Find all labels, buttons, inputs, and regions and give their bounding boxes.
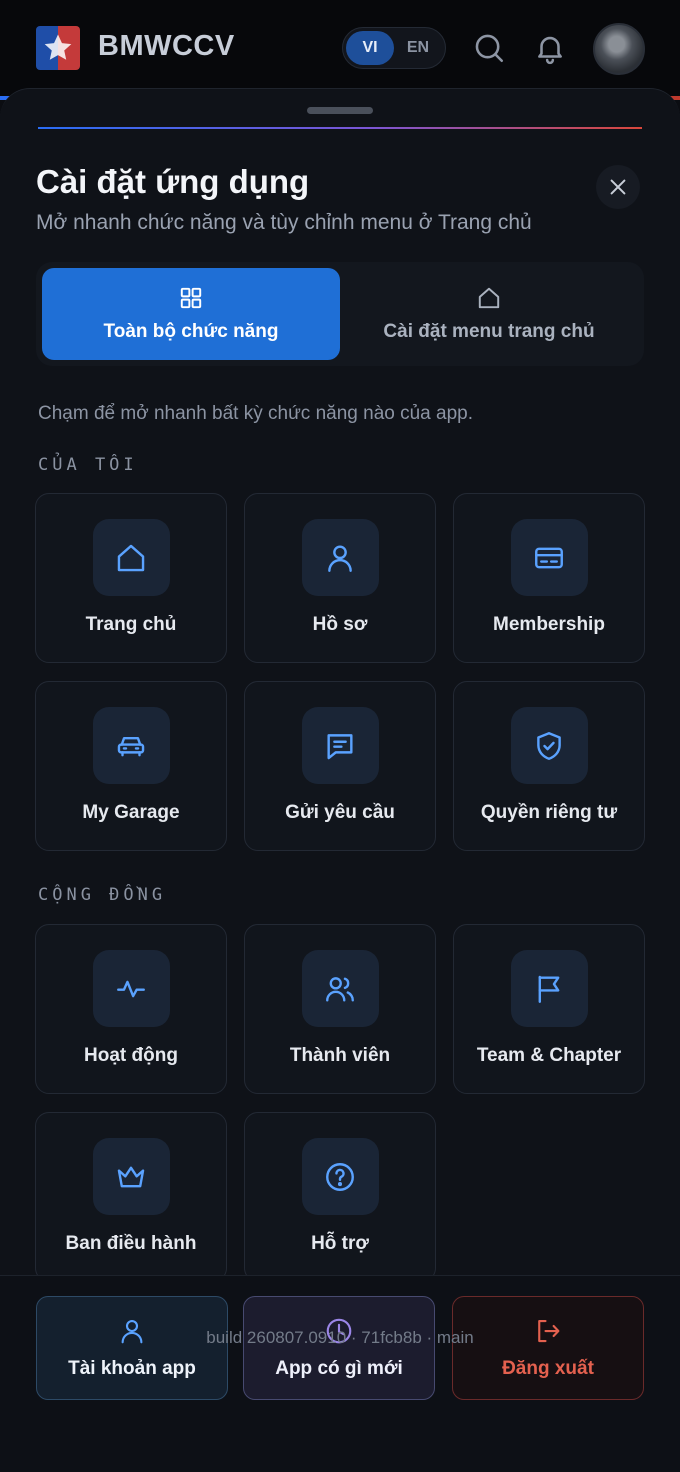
drag-handle[interactable] [307,107,373,114]
crown-icon [117,1166,145,1187]
tab-home-menu-settings[interactable]: Cài đặt menu trang chủ [340,268,638,360]
grid-icon [180,287,202,309]
tile-icon-box [301,1138,379,1215]
sheet-subtitle: Mở nhanh chức năng và tùy chỉnh menu ở T… [36,211,532,234]
logout-button[interactable]: Đăng xuất [452,1296,644,1400]
tile-icon-box [510,519,588,596]
users-icon [326,976,354,1002]
tile-label: Thành viên [289,1045,391,1066]
hint-text: Chạm để mở nhanh bất kỳ chức năng nào củ… [38,403,474,424]
tile-board[interactable]: Ban điều hành [35,1112,227,1282]
card-icon [535,547,563,568]
settings-sheet: Cài đặt ứng dụng Mở nhanh chức năng và t… [0,88,680,1472]
tile-label: Hoạt động [84,1045,178,1066]
tile-icon-box [301,950,379,1027]
tile-label: Gửi yêu cầu [285,802,395,823]
tile-icon-box [92,1138,170,1215]
brand-name: BMWCCV [98,30,235,62]
language-toggle[interactable]: VI EN [342,27,446,69]
close-icon [610,179,626,195]
tile-home[interactable]: Trang chủ [35,493,227,663]
section-title-mine: CỦA TÔI [38,455,138,475]
shield-icon [537,731,561,760]
tile-icon-box [92,707,170,784]
tile-label: Quyền riêng tư [480,802,618,823]
brand-logo[interactable] [36,26,80,70]
tile-icon-box [301,519,379,596]
tile-activity[interactable]: Hoạt động [35,924,227,1094]
home-icon [478,287,500,309]
tab-label: Toàn bộ chức năng [103,321,279,342]
sheet-accent-line [38,127,642,129]
bell-icon[interactable] [532,30,568,66]
whats-new-button-label: App có gì mới [275,1358,403,1379]
tab-bar: Toàn bộ chức năng Cài đặt menu trang chủ [36,262,644,366]
activity-icon [117,980,145,997]
tile-label: Hỗ trợ [311,1233,369,1254]
tile-membership[interactable]: Membership [453,493,645,663]
tile-label: Team & Chapter [476,1045,622,1066]
account-button-label: Tài khoản app [68,1358,196,1379]
tile-icon-box [92,950,170,1027]
account-button[interactable]: Tài khoản app [36,1296,228,1400]
lang-option-en[interactable]: EN [394,31,442,65]
user-icon [328,544,352,572]
tile-icon-box [510,950,588,1027]
whats-new-button[interactable]: App có gì mới [243,1296,435,1400]
tile-send-request[interactable]: Gửi yêu cầu [244,681,436,851]
tile-label: My Garage [82,802,180,823]
tab-label: Cài đặt menu trang chủ [383,321,595,342]
tile-privacy[interactable]: Quyền riêng tư [453,681,645,851]
sheet-footer: Tài khoản app App có gì mới Đăng xuất [0,1275,680,1472]
lang-option-vi[interactable]: VI [346,31,394,65]
tile-my-garage[interactable]: My Garage [35,681,227,851]
tile-label: Hồ sơ [312,614,368,635]
tile-support[interactable]: Hỗ trợ [244,1112,436,1282]
tile-label: Membership [493,614,605,635]
tab-all-functions[interactable]: Toàn bộ chức năng [42,268,340,360]
avatar[interactable] [593,23,645,75]
flag-icon [538,975,560,1003]
tile-label: Trang chủ [85,614,177,635]
tile-members[interactable]: Thành viên [244,924,436,1094]
section-title-community: CỘNG ĐỒNG [38,885,167,905]
help-icon [326,1162,354,1191]
search-icon[interactable] [471,30,507,66]
grid-community: Hoạt động Thành viên Team & Chapter Ban … [35,924,645,1282]
tile-icon-box [92,519,170,596]
tile-icon-box [301,707,379,784]
message-icon [327,733,353,759]
home-icon [117,544,145,571]
tile-label: Ban điều hành [65,1233,197,1254]
build-info: build 260807.0910 · 71fcb8b · main [206,1328,474,1347]
logout-button-label: Đăng xuất [502,1358,594,1379]
tile-profile[interactable]: Hồ sơ [244,493,436,663]
tile-team-chapter[interactable]: Team & Chapter [453,924,645,1094]
car-icon [117,736,145,756]
sheet-title: Cài đặt ứng dụng [36,163,310,200]
grid-mine: Trang chủ Hồ sơ Membership My Garage Gửi… [35,493,645,851]
app-bar: BMWCCV VI EN [0,0,680,100]
tile-icon-box [510,707,588,784]
close-button[interactable] [596,165,640,209]
